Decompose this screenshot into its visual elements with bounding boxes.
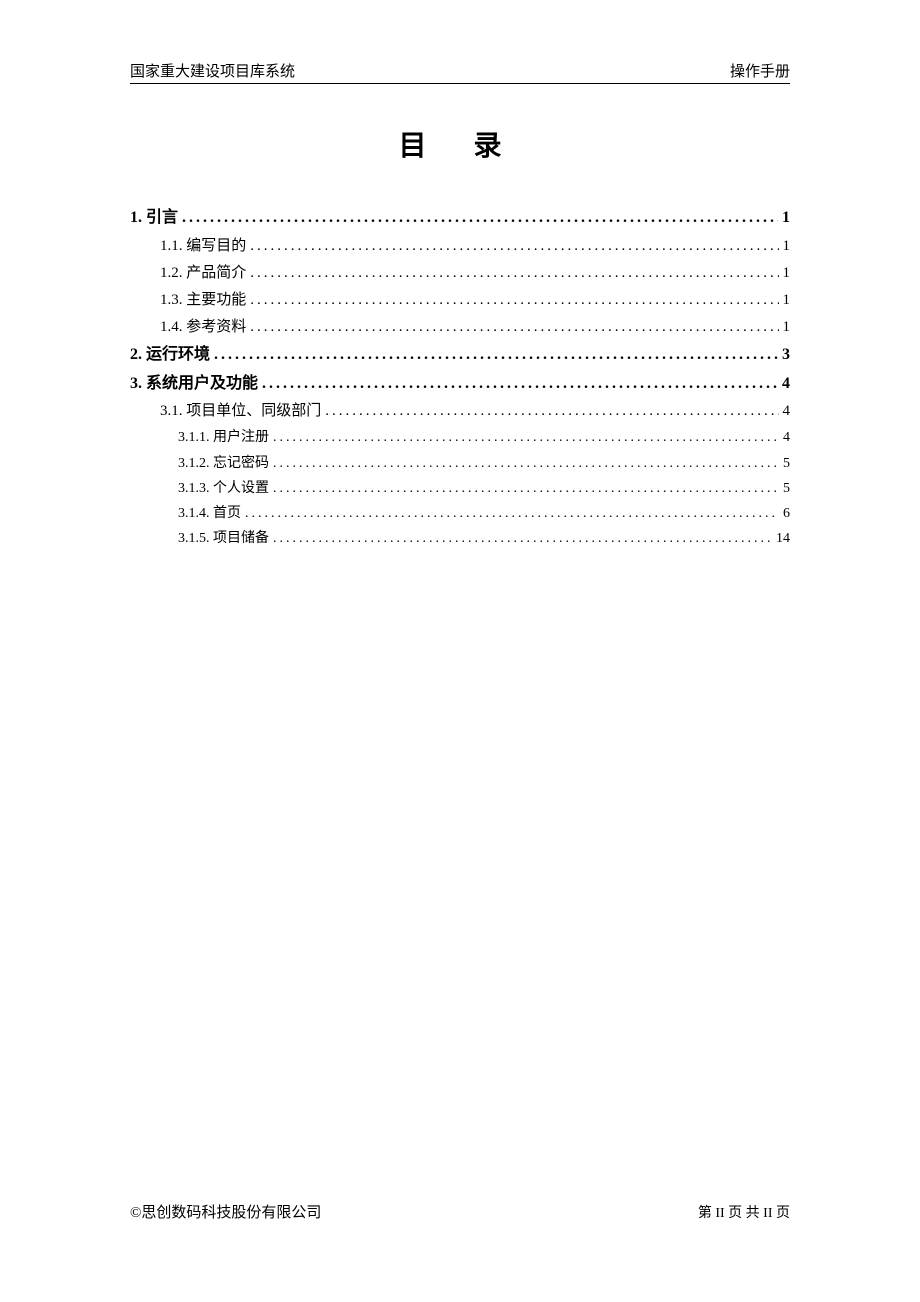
- toc-entry: 1.3. 主要功能 1: [160, 287, 790, 314]
- toc-entry-page: 5: [783, 451, 790, 476]
- toc-entry-label: 3.1.2. 忘记密码: [178, 451, 269, 476]
- toc-entry: 3.1.4. 首页 6: [178, 501, 790, 526]
- toc-entry: 1.4. 参考资料 1: [160, 314, 790, 341]
- toc-leader-dots: [262, 370, 778, 399]
- toc-entry-label: 3.1.1. 用户注册: [178, 425, 269, 450]
- toc-leader-dots: [182, 204, 778, 233]
- toc-leader-dots: [250, 287, 778, 314]
- page-header: 国家重大建设项目库系统 操作手册: [130, 60, 790, 84]
- toc-entry-page: 1: [783, 314, 791, 341]
- toc-entry-label: 1.3. 主要功能: [160, 287, 246, 314]
- toc-leader-dots: [273, 425, 779, 450]
- toc-leader-dots: [325, 398, 778, 425]
- footer-pagination: 第 II 页 共 II 页: [698, 1202, 790, 1222]
- toc-entry: 3.1.3. 个人设置 5: [178, 476, 790, 501]
- toc-leader-dots: [250, 233, 778, 260]
- toc-entry-label: 3. 系统用户及功能: [130, 370, 258, 399]
- toc-entry-page: 4: [782, 370, 790, 399]
- toc-leader-dots: [273, 526, 772, 551]
- toc-entry-label: 1.1. 编写目的: [160, 233, 246, 260]
- toc-leader-dots: [250, 260, 778, 287]
- header-left: 国家重大建设项目库系统: [130, 60, 295, 81]
- toc-entry-label: 3.1.4. 首页: [178, 501, 241, 526]
- toc-entry: 3.1.1. 用户注册 4: [178, 425, 790, 450]
- toc-entry-label: 3.1. 项目单位、同级部门: [160, 398, 321, 425]
- toc-entry-page: 1: [783, 233, 791, 260]
- toc-leader-dots: [273, 476, 779, 501]
- toc-entry-page: 4: [783, 398, 791, 425]
- toc-entry-page: 14: [776, 526, 790, 551]
- toc-entry: 2. 运行环境 3: [130, 341, 790, 370]
- toc-leader-dots: [214, 341, 778, 370]
- toc-entry-label: 2. 运行环境: [130, 341, 210, 370]
- toc-entry: 1.2. 产品简介 1: [160, 260, 790, 287]
- document-page: 国家重大建设项目库系统 操作手册 目 录 1. 引言 11.1. 编写目的 11…: [0, 0, 920, 1302]
- toc-entry-page: 4: [783, 425, 790, 450]
- toc-entry-page: 1: [783, 260, 791, 287]
- toc-leader-dots: [273, 451, 779, 476]
- toc-leader-dots: [245, 501, 779, 526]
- toc-leader-dots: [250, 314, 778, 341]
- toc-entry: 1. 引言 1: [130, 204, 790, 233]
- toc-entry-label: 3.1.5. 项目储备: [178, 526, 269, 551]
- page-footer: ©思创数码科技股份有限公司 第 II 页 共 II 页: [130, 1201, 790, 1222]
- toc-entry: 3.1.5. 项目储备 14: [178, 526, 790, 551]
- toc-entry-label: 1.4. 参考资料: [160, 314, 246, 341]
- toc-entry: 3.1. 项目单位、同级部门 4: [160, 398, 790, 425]
- footer-copyright: ©思创数码科技股份有限公司: [130, 1201, 321, 1222]
- toc-title: 目 录: [130, 124, 790, 164]
- toc-entry-page: 3: [782, 341, 790, 370]
- toc-list: 1. 引言 11.1. 编写目的 11.2. 产品简介 11.3. 主要功能 1…: [130, 204, 790, 551]
- toc-entry-page: 1: [783, 287, 791, 314]
- toc-entry-label: 3.1.3. 个人设置: [178, 476, 269, 501]
- toc-entry-page: 1: [782, 204, 790, 233]
- toc-entry: 1.1. 编写目的 1: [160, 233, 790, 260]
- header-right: 操作手册: [730, 60, 790, 81]
- toc-entry-label: 1.2. 产品简介: [160, 260, 246, 287]
- toc-entry-page: 6: [783, 501, 790, 526]
- toc-entry: 3.1.2. 忘记密码 5: [178, 451, 790, 476]
- toc-entry: 3. 系统用户及功能 4: [130, 370, 790, 399]
- toc-entry-label: 1. 引言: [130, 204, 178, 233]
- toc-entry-page: 5: [783, 476, 790, 501]
